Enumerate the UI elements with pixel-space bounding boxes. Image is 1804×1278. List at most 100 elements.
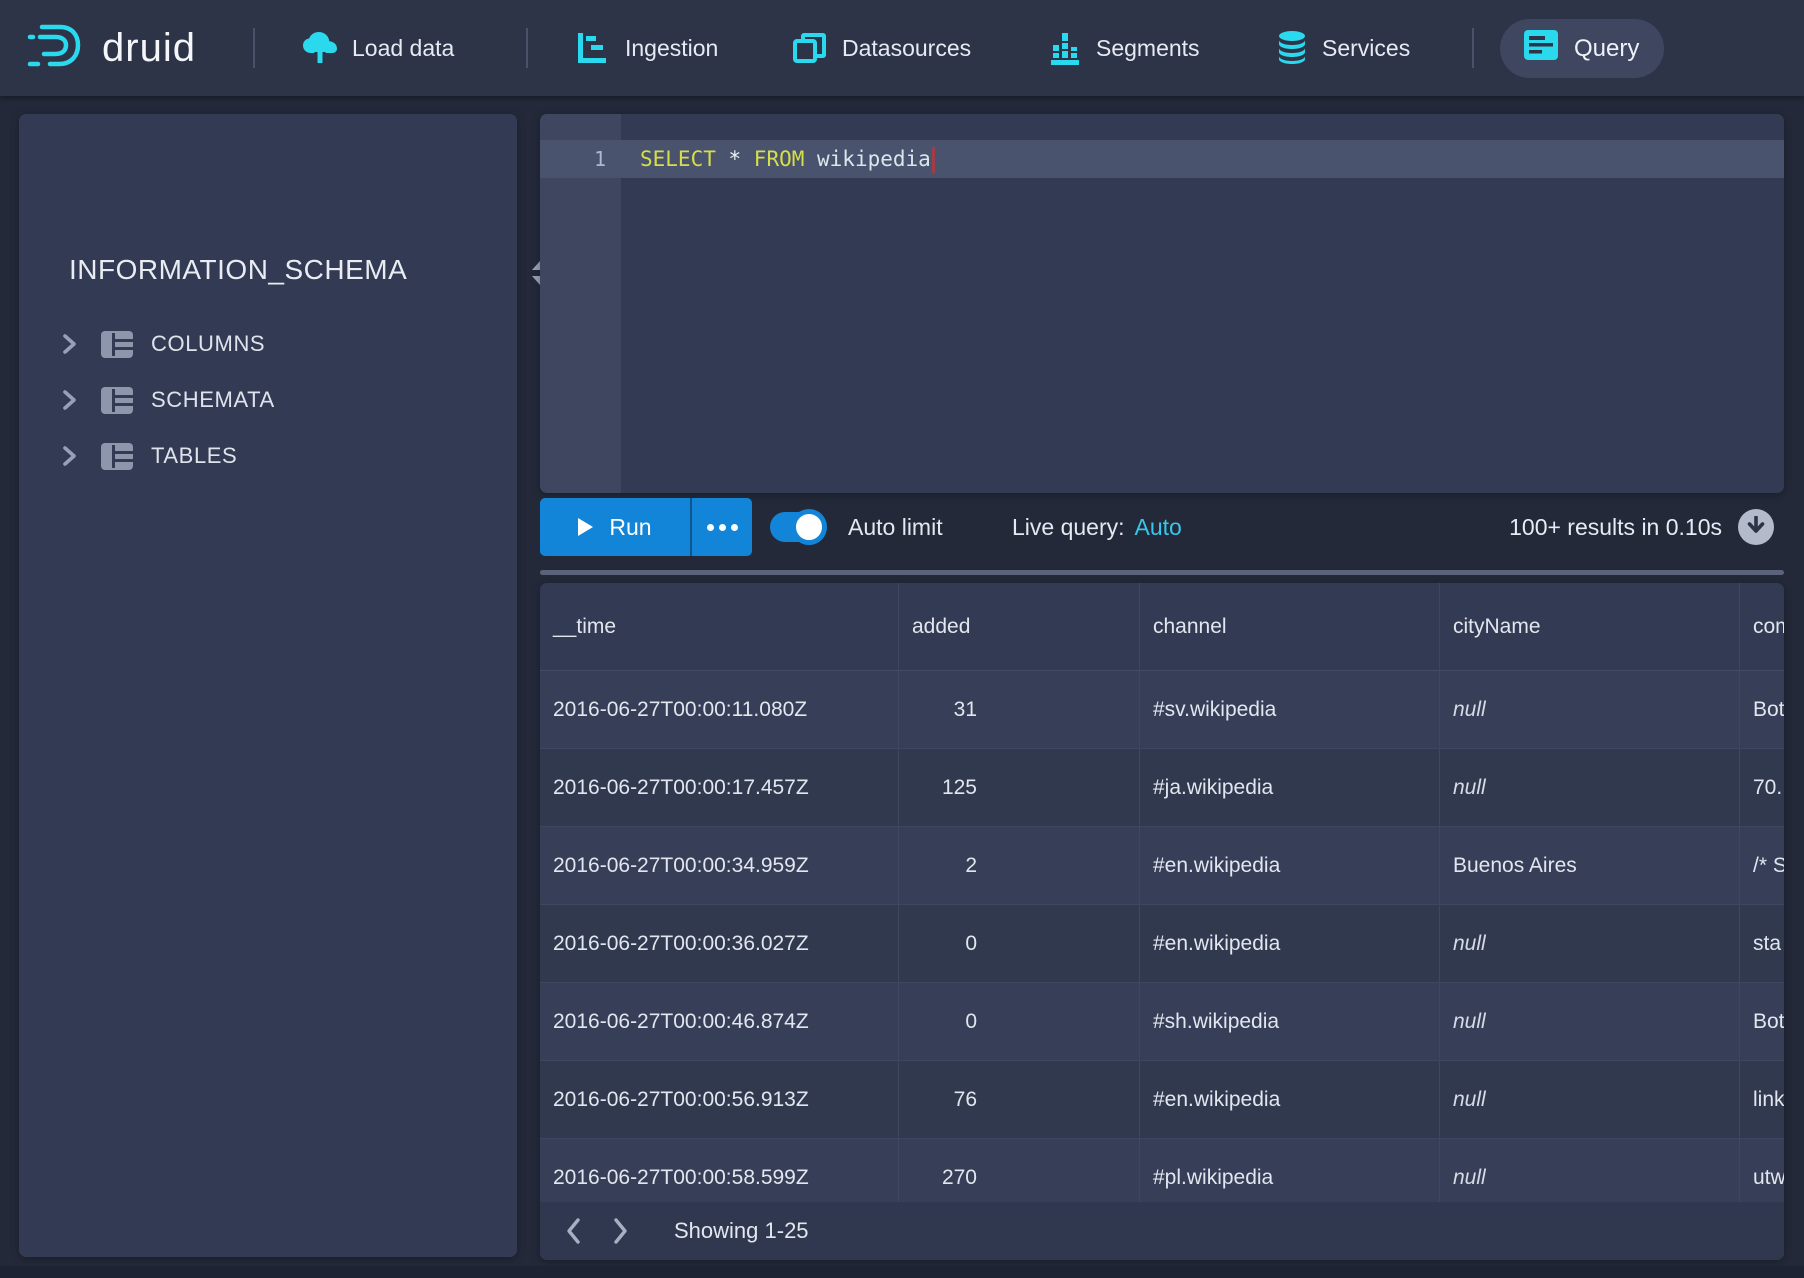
nav-item-segments[interactable]: Segments: [1048, 0, 1200, 96]
table-cell[interactable]: 125: [899, 749, 1140, 826]
prev-page-button[interactable]: [556, 1211, 590, 1251]
download-results-button[interactable]: [1738, 509, 1774, 545]
sql-code-line[interactable]: SELECT * FROM wikipedia: [640, 140, 935, 178]
run-button[interactable]: Run: [540, 498, 690, 556]
table-cell[interactable]: 31: [899, 671, 1140, 748]
table-cell[interactable]: #en.wikipedia: [1140, 905, 1440, 982]
table-cell[interactable]: null: [1440, 983, 1740, 1060]
column-header-cityName[interactable]: cityName: [1440, 583, 1740, 670]
nav-item-label: Datasources: [842, 35, 971, 62]
table-cell[interactable]: 76: [899, 1061, 1140, 1138]
nav-item-query-active[interactable]: Query: [1500, 19, 1664, 78]
nav-item-ingestion[interactable]: Ingestion: [577, 0, 718, 96]
table-cell[interactable]: 2016-06-27T00:00:46.874Z: [540, 983, 899, 1060]
chevron-right-icon: [612, 1217, 630, 1245]
table-cell[interactable]: null: [1440, 671, 1740, 748]
druid-logo-icon: [26, 21, 88, 76]
nav-item-label: Query: [1574, 35, 1639, 63]
sidebar-tree-item-tables[interactable]: TABLES: [59, 428, 499, 484]
nav-separator: [253, 28, 255, 68]
table-row: 2016-06-27T00:00:56.913Z76#en.wikipedian…: [540, 1061, 1784, 1139]
druid-brand[interactable]: druid: [26, 22, 196, 74]
run-split-button: Run: [540, 498, 752, 556]
table-cell[interactable]: 2: [899, 827, 1140, 904]
table-cell[interactable]: 0: [899, 905, 1140, 982]
chevron-right-icon[interactable]: [59, 444, 101, 468]
ellipsis-icon: [707, 524, 714, 531]
editor-results-splitter[interactable]: [540, 570, 1784, 575]
table-cell[interactable]: #ja.wikipedia: [1140, 749, 1440, 826]
sql-token-identifier: wikipedia: [804, 147, 930, 171]
column-header-added[interactable]: added: [899, 583, 1140, 670]
results-header-row: __timeaddedchannelcityNamecomment: [540, 583, 1784, 671]
nav-item-label: Services: [1322, 35, 1410, 62]
table-cell[interactable]: null: [1440, 1061, 1740, 1138]
table-row: 2016-06-27T00:00:11.080Z31#sv.wikipedian…: [540, 671, 1784, 749]
nav-item-services[interactable]: Services: [1276, 0, 1410, 96]
schema-sidebar: INFORMATION_SCHEMA COLUMNSSCHEMATA TABLES: [19, 114, 517, 1257]
sidebar-tree-item-schemata[interactable]: SCHEMATA: [59, 372, 499, 428]
pagination-status: Showing 1-25: [674, 1218, 809, 1244]
table-cell[interactable]: 2016-06-27T00:00:34.959Z: [540, 827, 899, 904]
table-row: 2016-06-27T00:00:17.457Z125#ja.wikipedia…: [540, 749, 1784, 827]
table-cell[interactable]: #sv.wikipedia: [1140, 671, 1440, 748]
sidebar-tree-item-columns[interactable]: COLUMNS: [59, 316, 499, 372]
download-icon: [1746, 516, 1766, 538]
table-cell[interactable]: 2016-06-27T00:00:11.080Z: [540, 671, 899, 748]
table-row: 2016-06-27T00:00:46.874Z0#sh.wikipedianu…: [540, 983, 1784, 1061]
auto-limit-label: Auto limit: [848, 498, 943, 556]
table-grid-icon: [101, 387, 149, 414]
chevron-right-icon[interactable]: [59, 332, 101, 356]
next-page-button[interactable]: [604, 1211, 638, 1251]
schema-header: INFORMATION_SCHEMA: [69, 254, 517, 286]
column-header-__time[interactable]: __time: [540, 583, 899, 670]
nav-item-datasources[interactable]: Datasources: [792, 0, 971, 96]
table-cell[interactable]: Bot: [1740, 671, 1784, 748]
table-row: 2016-06-27T00:00:34.959Z2#en.wikipediaBu…: [540, 827, 1784, 905]
table-cell[interactable]: 70.: [1740, 749, 1784, 826]
table-grid-icon: [101, 443, 149, 470]
table-cell[interactable]: /* S: [1740, 827, 1784, 904]
table-cell[interactable]: #sh.wikipedia: [1140, 983, 1440, 1060]
table-cell[interactable]: 2016-06-27T00:00:36.027Z: [540, 905, 899, 982]
play-icon: [578, 518, 593, 536]
nav-item-load-data[interactable]: Load data: [302, 0, 454, 96]
table-cell[interactable]: null: [1440, 905, 1740, 982]
toggle-knob: [791, 509, 827, 545]
nav-item-label: Ingestion: [625, 35, 718, 62]
table-cell[interactable]: Buenos Aires: [1440, 827, 1740, 904]
bottom-strip: [0, 1266, 1804, 1278]
table-cell[interactable]: link: [1740, 1061, 1784, 1138]
schema-title: INFORMATION_SCHEMA: [69, 254, 407, 286]
live-query-control[interactable]: Live query:Auto: [1012, 498, 1182, 556]
database-icon: [1276, 30, 1308, 66]
table-row: 2016-06-27T00:00:36.027Z0#en.wikipedianu…: [540, 905, 1784, 983]
chevron-right-icon[interactable]: [59, 388, 101, 412]
results-footer: Showing 1-25: [540, 1202, 1784, 1260]
query-run-bar: Run Auto limit Live query:Auto 100+ resu…: [540, 498, 1784, 556]
table-cell[interactable]: null: [1440, 749, 1740, 826]
run-more-options-button[interactable]: [690, 498, 752, 556]
column-header-channel[interactable]: channel: [1140, 583, 1440, 670]
header-row: __timeaddedchannelcityNamecomment: [540, 583, 1784, 671]
bar-chart-icon: [1048, 31, 1082, 65]
application-window-icon: [1524, 30, 1558, 67]
tree-item-label: TABLES: [149, 443, 237, 469]
table-cell[interactable]: Bot: [1740, 983, 1784, 1060]
results-body: 2016-06-27T00:00:11.080Z31#sv.wikipedian…: [540, 671, 1784, 1217]
cloud-upload-icon: [302, 31, 338, 65]
gantt-chart-icon: [577, 31, 611, 65]
table-cell[interactable]: 2016-06-27T00:00:56.913Z: [540, 1061, 899, 1138]
nav-item-label: Segments: [1096, 35, 1200, 62]
column-header-comment[interactable]: comment: [1740, 583, 1784, 670]
table-cell[interactable]: sta: [1740, 905, 1784, 982]
table-cell[interactable]: #en.wikipedia: [1140, 827, 1440, 904]
sql-editor[interactable]: 1 SELECT * FROM wikipedia: [540, 114, 1784, 493]
table-cell[interactable]: 2016-06-27T00:00:17.457Z: [540, 749, 899, 826]
live-query-value[interactable]: Auto: [1135, 514, 1182, 540]
nav-item-label: Load data: [352, 35, 454, 62]
table-cell[interactable]: 0: [899, 983, 1140, 1060]
auto-limit-toggle[interactable]: [770, 512, 824, 542]
sql-token-operator: *: [716, 147, 754, 171]
table-cell[interactable]: #en.wikipedia: [1140, 1061, 1440, 1138]
